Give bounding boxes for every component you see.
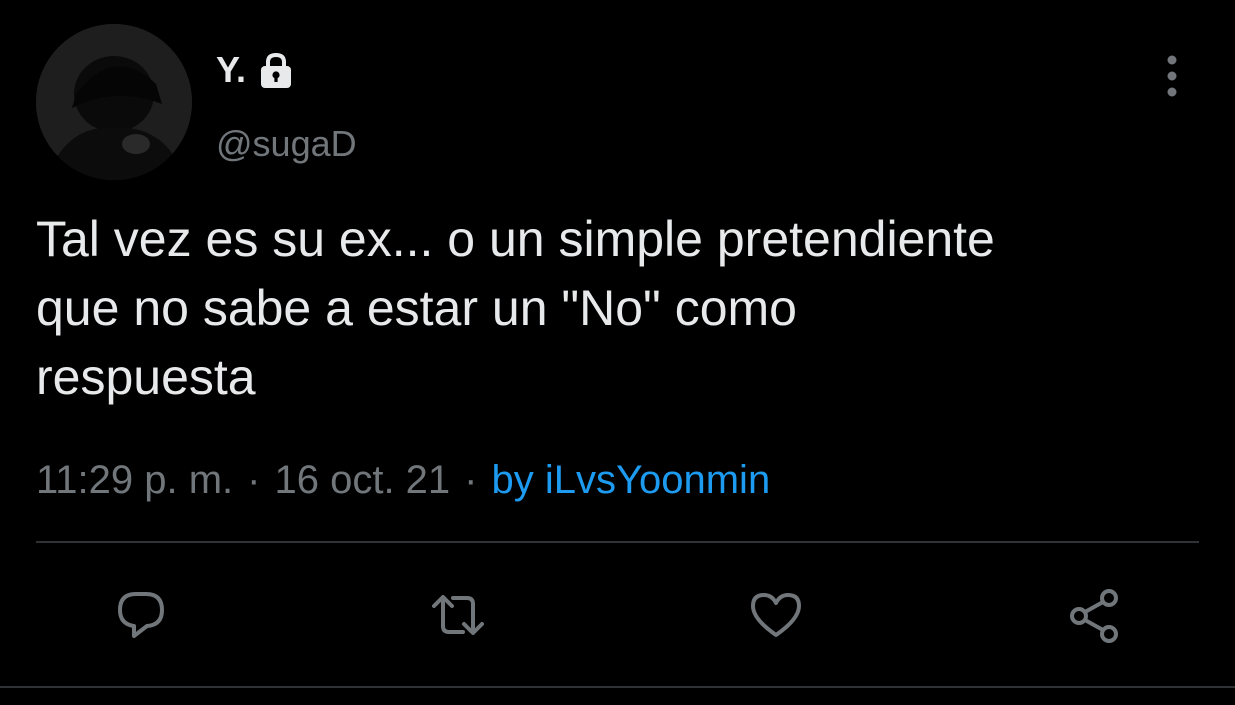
- like-button[interactable]: [741, 580, 811, 650]
- meta-separator: ·: [464, 458, 478, 502]
- reply-icon: [118, 592, 164, 638]
- tweet-card: Y. @sugaD Tal vez es su ex... o un simpl…: [0, 0, 1235, 705]
- display-name[interactable]: Y.: [216, 50, 246, 90]
- more-vertical-icon: [1167, 55, 1177, 97]
- avatar-image: [36, 24, 192, 180]
- more-options-button[interactable]: [1148, 52, 1196, 100]
- lock-icon: [256, 50, 296, 90]
- retweet-icon: [432, 595, 484, 635]
- avatar[interactable]: [36, 24, 192, 180]
- meta-separator: ·: [247, 458, 261, 502]
- author-name-row: Y.: [216, 50, 296, 90]
- reply-button[interactable]: [106, 580, 176, 650]
- tweet-text: Tal vez es su ex... o un simple pretendi…: [36, 211, 995, 405]
- tweet-meta: 11:29 p. m. · 16 oct. 21 · by iLvsYoonmi…: [36, 452, 770, 508]
- tweet-date[interactable]: 16 oct. 21: [274, 452, 450, 508]
- action-bar: [0, 580, 1235, 650]
- retweet-button[interactable]: [423, 580, 493, 650]
- divider: [36, 541, 1199, 543]
- tweet-time[interactable]: 11:29 p. m.: [36, 452, 233, 508]
- share-button[interactable]: [1059, 580, 1129, 650]
- share-icon: [1070, 589, 1118, 643]
- heart-icon: [751, 593, 801, 637]
- bottom-divider: [0, 686, 1235, 688]
- author-handle[interactable]: @sugaD: [216, 122, 357, 166]
- tweet-source-link[interactable]: by iLvsYoonmin: [492, 452, 771, 508]
